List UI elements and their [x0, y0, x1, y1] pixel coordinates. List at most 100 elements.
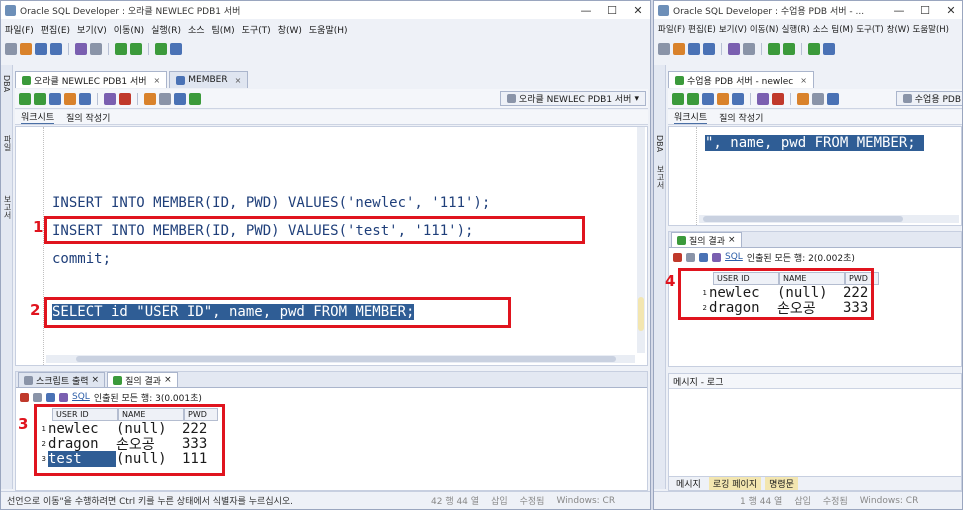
redo-icon[interactable]: [743, 43, 755, 55]
run-script-icon[interactable]: [687, 92, 699, 105]
commit-icon[interactable]: [79, 92, 91, 105]
code-line-selected[interactable]: ", name, pwd FROM MEMBER;: [705, 135, 924, 151]
maximize-button[interactable]: ☐: [599, 1, 625, 19]
forward-icon[interactable]: [130, 43, 142, 55]
autotrace-icon[interactable]: [49, 92, 61, 105]
menu-help[interactable]: 도움말(H): [913, 23, 949, 35]
clear-icon[interactable]: [812, 92, 824, 105]
save-all-icon[interactable]: [703, 43, 715, 55]
side-label-files[interactable]: 파일: [2, 135, 13, 151]
export-icon[interactable]: [59, 392, 68, 402]
pin-icon[interactable]: [20, 392, 29, 402]
refresh-icon[interactable]: [699, 252, 708, 262]
menu-run[interactable]: 실행(R): [782, 23, 810, 35]
menu-navigate[interactable]: 이동(N): [750, 23, 779, 35]
back-icon[interactable]: [768, 43, 780, 55]
close-icon[interactable]: ×: [164, 375, 172, 385]
code-line-1[interactable]: INSERT INTO MEMBER(ID, PWD) VALUES('newl…: [52, 195, 490, 211]
undo-icon[interactable]: [728, 43, 740, 55]
refresh-icon[interactable]: [46, 392, 55, 402]
explain-plan-icon[interactable]: [64, 92, 76, 105]
commit-icon[interactable]: [732, 92, 744, 105]
redo-icon[interactable]: [90, 43, 102, 55]
editor-horizontal-scrollbar[interactable]: [46, 355, 635, 363]
history-icon[interactable]: [827, 92, 839, 105]
tab-class-pdb[interactable]: 수업용 PDB 서버 - newlec ×: [668, 71, 814, 88]
close-icon[interactable]: ×: [235, 76, 242, 85]
run-script-icon[interactable]: [34, 92, 46, 105]
history-icon[interactable]: [174, 92, 186, 105]
menu-view[interactable]: 보기(V): [719, 23, 747, 35]
tab-worksheet[interactable]: 워크시트: [21, 110, 55, 124]
pin-icon[interactable]: [673, 252, 682, 262]
sql-tuning-icon[interactable]: [757, 92, 769, 105]
menu-edit[interactable]: 편집(E): [688, 23, 716, 35]
rollback-icon[interactable]: [772, 92, 784, 105]
menu-team[interactable]: 팀(M): [831, 23, 853, 35]
clear-icon[interactable]: [159, 92, 171, 105]
binoculars-icon[interactable]: [823, 43, 835, 55]
tab-logging-page[interactable]: 로깅 페이지: [708, 477, 762, 490]
minimize-button[interactable]: —: [573, 1, 599, 19]
close-button[interactable]: ✕: [625, 1, 650, 19]
close-button[interactable]: ✕: [938, 1, 962, 19]
menu-tools[interactable]: 도구(T): [242, 23, 271, 36]
side-label-dba[interactable]: DBA: [655, 135, 664, 152]
run-statement-icon[interactable]: [19, 92, 31, 105]
connection-selector[interactable]: 오라클 NEWLEC PDB1 서버 ▾: [499, 91, 646, 106]
menu-source[interactable]: 소스: [813, 23, 829, 35]
editor-horizontal-scrollbar[interactable]: [699, 215, 959, 223]
binoculars-icon[interactable]: [170, 43, 182, 55]
new-file-icon[interactable]: [658, 43, 670, 55]
sql-editor[interactable]: INSERT INTO MEMBER(ID, PWD) VALUES('newl…: [15, 126, 648, 366]
menu-team[interactable]: 팀(M): [212, 23, 235, 36]
close-icon[interactable]: ×: [800, 76, 807, 85]
autotrace-icon[interactable]: [702, 92, 714, 105]
open-folder-icon[interactable]: [20, 43, 32, 55]
menu-window[interactable]: 창(W): [278, 23, 302, 36]
menu-run[interactable]: 실행(R): [151, 23, 181, 36]
code-line-3[interactable]: commit;: [52, 251, 111, 267]
close-icon[interactable]: ×: [728, 235, 736, 245]
save-icon[interactable]: [688, 43, 700, 55]
export-icon[interactable]: [712, 252, 721, 262]
tab-query-result[interactable]: 질의 결과 ×: [107, 372, 178, 387]
sql-link[interactable]: SQL: [72, 392, 90, 402]
rollback-icon[interactable]: [119, 92, 131, 105]
close-icon[interactable]: ×: [154, 76, 161, 85]
tab-newlec-pdb1[interactable]: 오라클 NEWLEC PDB1 서버 ×: [15, 71, 168, 88]
tab-script-output[interactable]: 스크립트 출력 ×: [18, 372, 106, 387]
new-file-icon[interactable]: [5, 43, 17, 55]
tab-statements[interactable]: 명령문: [765, 477, 798, 490]
open-folder-icon[interactable]: [673, 43, 685, 55]
menu-navigate[interactable]: 이동(N): [114, 23, 144, 36]
menu-help[interactable]: 도움말(H): [309, 23, 348, 36]
close-icon[interactable]: ×: [92, 375, 100, 385]
format-icon[interactable]: [144, 92, 156, 105]
print-icon[interactable]: [686, 252, 695, 262]
menu-file[interactable]: 파일(F): [5, 23, 34, 36]
tab-query-builder[interactable]: 질의 작성기: [719, 111, 763, 124]
side-label-reports[interactable]: 보고서: [2, 195, 13, 219]
sql-link[interactable]: SQL: [725, 252, 743, 262]
save-icon[interactable]: [35, 43, 47, 55]
minimize-button[interactable]: —: [886, 1, 912, 19]
editor-vertical-scrollbar[interactable]: [637, 127, 645, 353]
maximize-button[interactable]: ☐: [912, 1, 938, 19]
sql-editor[interactable]: ", name, pwd FROM MEMBER;: [668, 126, 962, 226]
tab-messages[interactable]: 메시지: [672, 477, 705, 490]
side-label-dba[interactable]: DBA: [2, 75, 11, 92]
side-label-reports[interactable]: 보고서: [655, 165, 666, 189]
save-all-icon[interactable]: [50, 43, 62, 55]
menu-tools[interactable]: 도구(T): [856, 23, 883, 35]
menu-file[interactable]: 파일(F): [658, 23, 685, 35]
menu-source[interactable]: 소스: [188, 23, 205, 36]
menu-window[interactable]: 창(W): [887, 23, 910, 35]
explain-plan-icon[interactable]: [717, 92, 729, 105]
back-icon[interactable]: [115, 43, 127, 55]
forward-icon[interactable]: [783, 43, 795, 55]
connection-icon[interactable]: [808, 43, 820, 55]
spellcheck-icon[interactable]: [189, 92, 201, 105]
tab-member[interactable]: MEMBER ×: [169, 71, 249, 88]
menu-view[interactable]: 보기(V): [77, 23, 107, 36]
